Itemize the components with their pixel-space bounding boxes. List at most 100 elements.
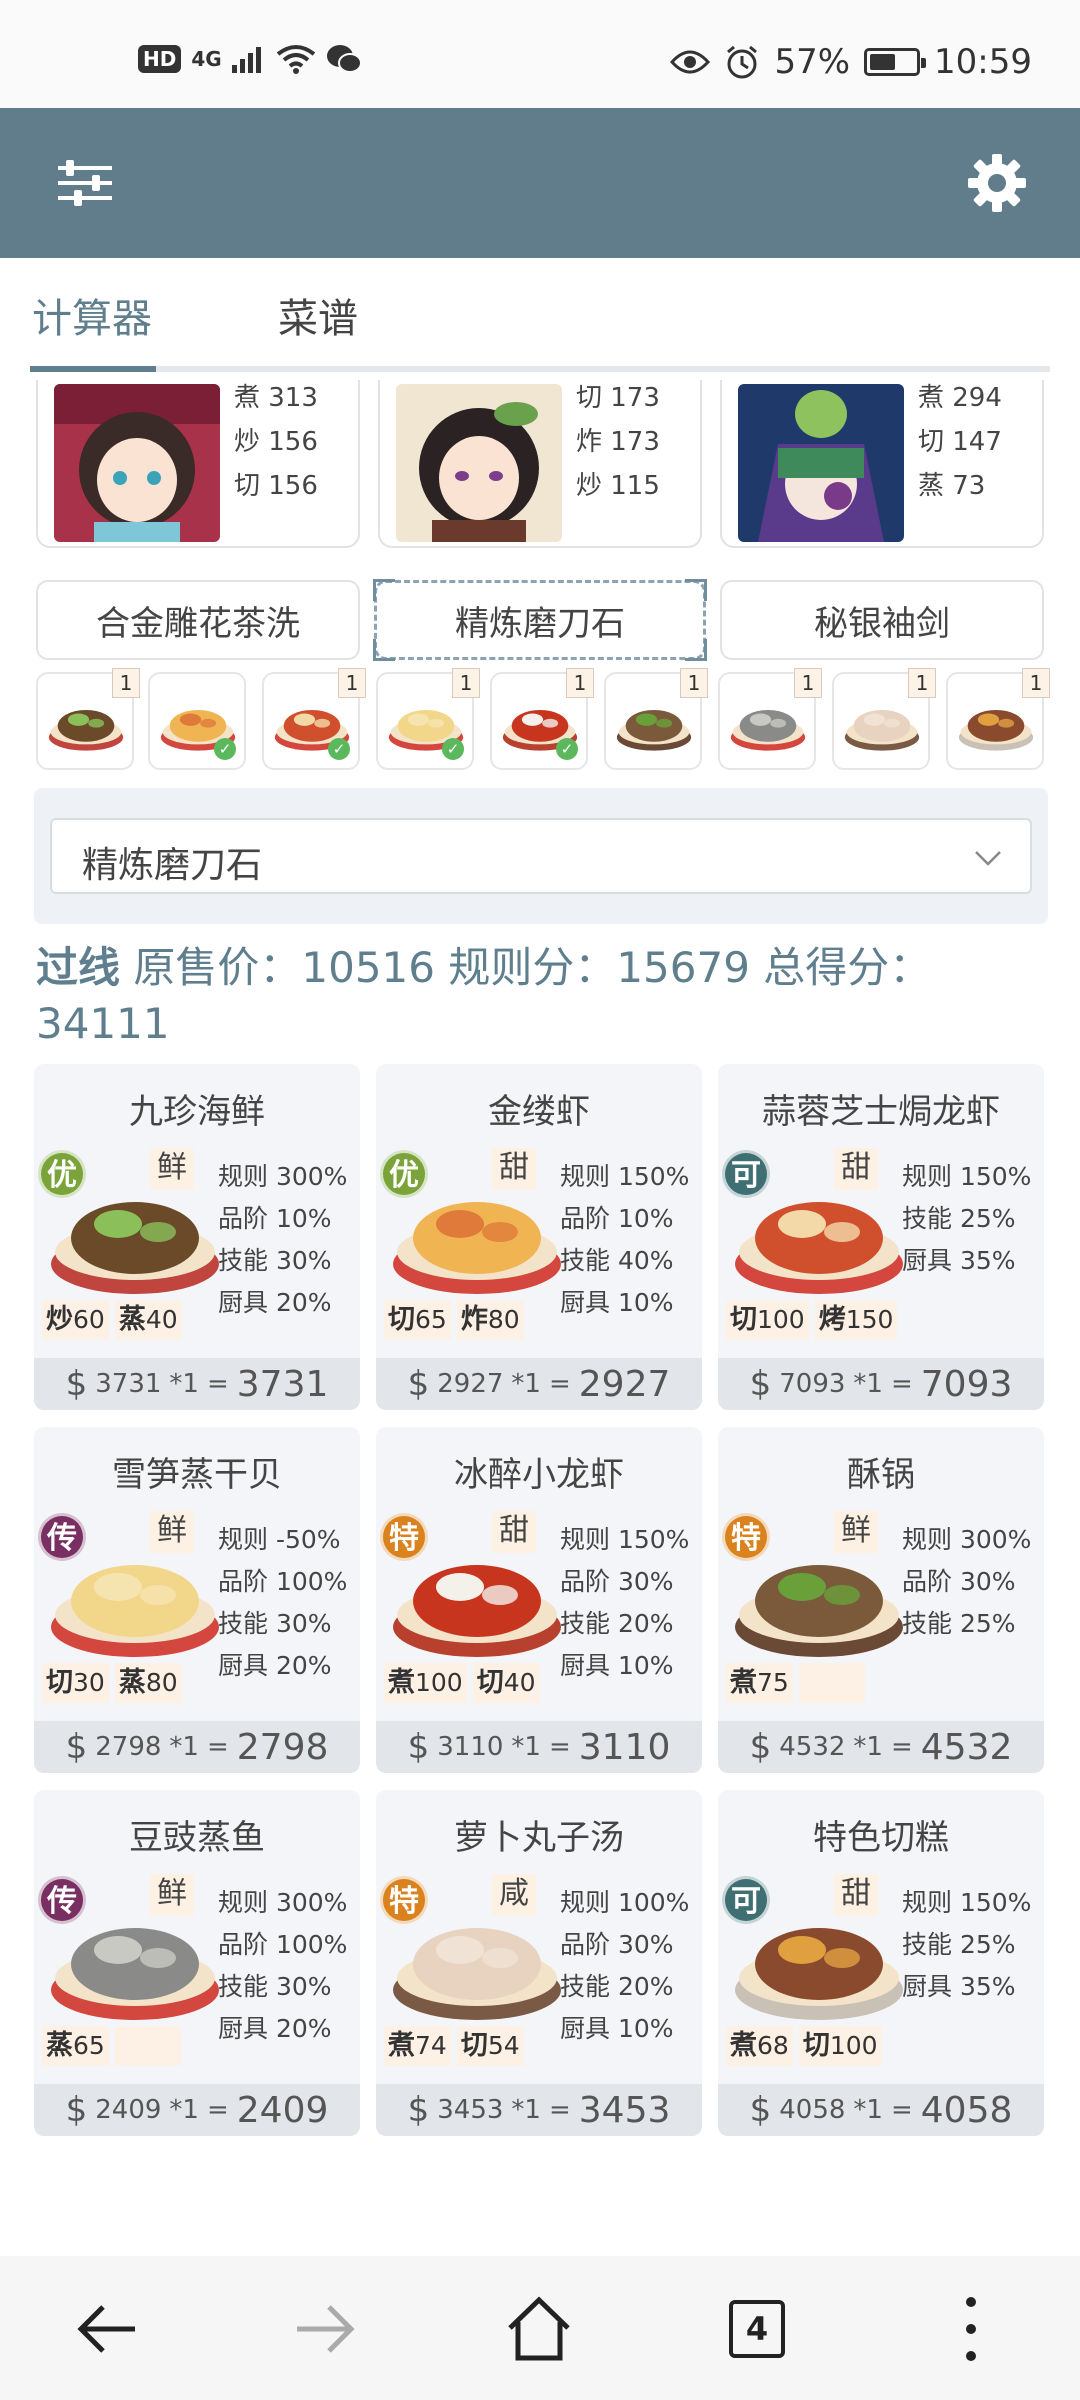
equals-sign: = [206,1732,229,1762]
dish-stat: 品阶 30% [560,1567,674,1596]
mini-dish[interactable]: 1 ✓ [376,668,480,770]
dish-card[interactable]: 特色切糕 可 甜 规则 150% 技能 25% 厨具 35% 煮68 切100 $ 4… [718,1790,1044,2136]
skill-requirement: 蒸65 [42,2026,109,2066]
forward-button[interactable] [280,2284,370,2374]
home-button[interactable] [494,2284,584,2374]
tab-indicator [30,366,156,372]
mini-dish[interactable]: 1 [36,668,140,770]
skill-value: 40 [145,1305,178,1334]
tab-recipes[interactable]: 菜谱 [278,286,358,344]
multiplier: *1 [853,1732,883,1762]
skill-requirement: 煮68 [726,2026,793,2066]
dish-stat: 品阶 30% [560,1930,674,1959]
mini-dish[interactable]: ✓ [148,672,246,770]
dish-stat: 规则 300% [218,1162,348,1191]
dish-card[interactable]: 萝卜丸子汤 特 咸 规则 100% 品阶 30% 技能 20% 厨具 10% 煮74 切… [376,1790,702,2136]
equipment-select[interactable]: 精炼磨刀石 [50,818,1032,894]
dish-card[interactable]: 九珍海鲜 优 鲜 规则 300% 品阶 10% 技能 30% 厨具 20% 炒60 蒸4… [34,1064,360,1410]
skill-value: 100 [757,1305,805,1334]
chef-stat: 蒸 73 [918,471,986,501]
dish-skills: 切65 炸80 [384,1300,524,1342]
dish-stats: 规则 150% 品阶 10% 技能 40% 厨具 10% [560,1156,689,1324]
dish-card[interactable]: 蒜蓉芝士焗龙虾 可 甜 规则 150% 技能 25% 厨具 35% 切100 烤150… [718,1064,1044,1410]
multiplier: *1 [169,2095,199,2125]
gear-icon[interactable] [966,152,1028,214]
rarity-badge: 特 [380,1513,428,1561]
dish-card[interactable]: 雪笋蒸干贝 传 鲜 规则 -50% 品阶 100% 技能 30% 厨具 20% 切30… [34,1427,360,1773]
dish-stat: 品阶 10% [560,1204,674,1233]
skill-requirement: 切54 [456,2026,524,2066]
mini-dish-count: 1 [112,668,140,698]
chef-card[interactable]: 煮 313 炒 156 切 156 [36,380,360,548]
mini-dish[interactable]: 1 [604,668,708,770]
skill-type: 炒 [46,1304,73,1335]
chef-portrait [738,384,904,542]
tabs-button[interactable]: 4 [712,2284,802,2374]
chef-card[interactable]: 煮 294 切 147 蒸 73 [720,380,1044,548]
equals-sign: = [890,1732,913,1762]
mini-dish[interactable]: 1 ✓ [490,668,594,770]
dish-stats: 规则 -50% 品阶 100% 技能 30% 厨具 20% [218,1519,347,1687]
dish-stat: 技能 20% [560,1609,674,1638]
dish-stats: 规则 300% 品阶 100% 技能 30% 厨具 20% [218,1882,347,2050]
multiplier: *1 [169,1732,199,1762]
dollar-icon: $ [749,1727,772,1767]
dish-stat: 技能 30% [218,1246,332,1275]
dish-stat: 厨具 10% [560,2014,674,2043]
skill-type: 蒸 [46,2030,73,2061]
skill-requirement: 切100 [798,2026,882,2066]
unit-price: 4532 [779,1732,846,1762]
chef-card[interactable]: 切 173 炸 173 炒 115 [378,380,702,548]
mini-dish[interactable]: 1 [832,668,936,770]
flavor-badge: 咸 [492,1874,536,1916]
unit-price: 4058 [779,2095,846,2125]
skill-type: 切 [802,2030,830,2061]
chevron-down-icon [975,851,1001,866]
equals-sign: = [890,1369,913,1399]
dollar-icon: $ [749,2090,772,2130]
skill-type: 切 [476,1667,504,1698]
equipment-slot-selected[interactable]: 精炼磨刀石 [373,579,707,661]
skill-value: 100 [829,2031,878,2060]
flavor-badge: 鲜 [150,1148,194,1190]
dish-card[interactable]: 金缕虾 优 甜 规则 150% 品阶 10% 技能 40% 厨具 10% 切65 炸80… [376,1064,702,1410]
signal-icon [231,47,261,73]
dish-card[interactable]: 冰醉小龙虾 特 甜 规则 150% 品阶 30% 技能 20% 厨具 10% 煮100… [376,1427,702,1773]
dish-stat: 厨具 20% [218,2014,332,2043]
unit-price: 7093 [779,1369,846,1399]
dish-skills: 煮100 切40 [384,1663,540,1705]
menu-button[interactable] [926,2284,1016,2374]
filter-icon[interactable] [58,152,112,214]
skill-value: 74 [415,2031,447,2060]
dish-stat: 厨具 35% [902,1972,1016,2001]
skill-requirement: 煮100 [384,1663,467,1703]
mini-dish-count: 1 [680,668,708,698]
dish-stat: 规则 300% [218,1888,348,1917]
back-arrow-icon [77,2305,135,2353]
battery-icon [864,48,927,76]
tab-calculator[interactable]: 计算器 [32,286,152,344]
chef-stat: 炸 173 [576,427,660,457]
equipment-slot[interactable]: 秘银袖剑 [720,580,1044,660]
equipment-slot[interactable]: 合金雕花茶洗 [36,580,360,660]
dish-stat: 规则 150% [902,1162,1032,1191]
flavor-badge: 甜 [834,1874,878,1916]
dish-stat: 技能 40% [560,1246,674,1275]
equals-sign: = [206,2095,229,2125]
multiplier: *1 [169,1369,199,1399]
chef-portrait [54,384,220,542]
mini-dish[interactable]: 1 [946,668,1050,770]
dollar-icon: $ [749,1364,772,1404]
dish-card[interactable]: 酥锅 特 鲜 规则 300% 品阶 30% 技能 25% 煮75 $ 4532 *1… [718,1427,1044,1773]
dish-card[interactable]: 豆豉蒸鱼 传 鲜 规则 300% 品阶 100% 技能 30% 厨具 20% 蒸65 … [34,1790,360,2136]
mini-dish[interactable]: 1 ✓ [262,668,366,770]
browser-bottom-nav: 4 [0,2256,1080,2400]
status-right: 57% 10:59 [670,42,1032,82]
mini-dish[interactable]: 1 [718,668,822,770]
dish-stat: 技能 25% [902,1930,1016,1959]
hd-badge: HD [138,45,182,73]
price-bar: $ 3731 *1 = 3731 [34,1358,360,1410]
back-button[interactable] [62,2284,152,2374]
selection-corner [373,579,395,601]
flavor-badge: 甜 [492,1511,536,1553]
